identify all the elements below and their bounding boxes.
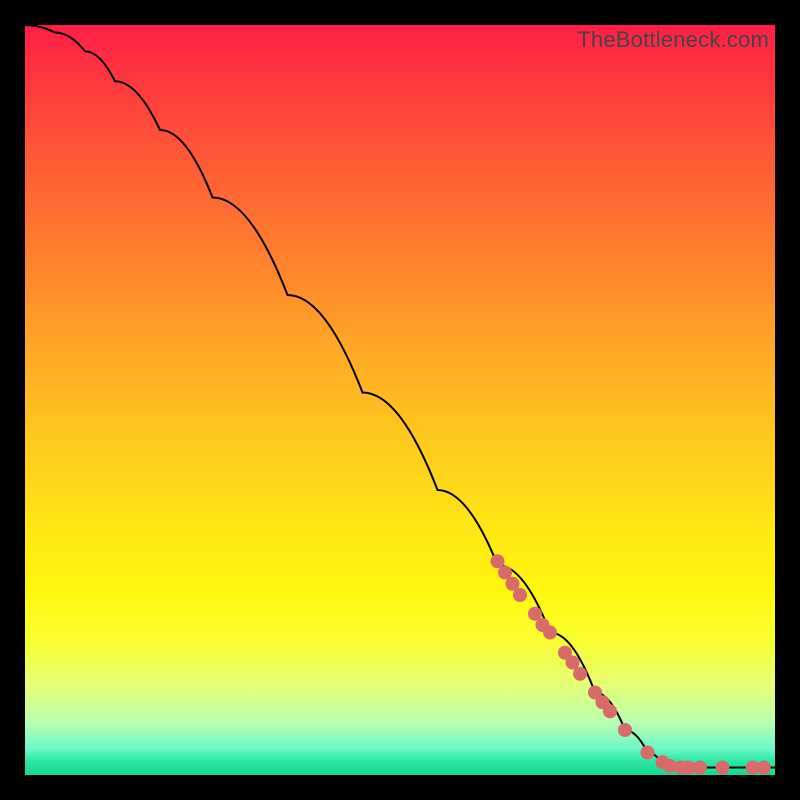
chart-frame: TheBottleneck.com (25, 25, 775, 775)
chart-svg (25, 25, 775, 775)
data-point (618, 723, 632, 737)
data-point (716, 761, 730, 775)
bottleneck-curve (25, 25, 775, 768)
data-point (641, 746, 655, 760)
data-point (513, 588, 527, 602)
data-point (543, 626, 557, 640)
watermark-text: TheBottleneck.com (577, 27, 769, 53)
data-point (693, 761, 707, 775)
curve-path (25, 25, 775, 768)
data-point (757, 761, 771, 775)
data-point (573, 667, 587, 681)
data-point (603, 704, 617, 718)
highlighted-data-points (491, 554, 771, 774)
